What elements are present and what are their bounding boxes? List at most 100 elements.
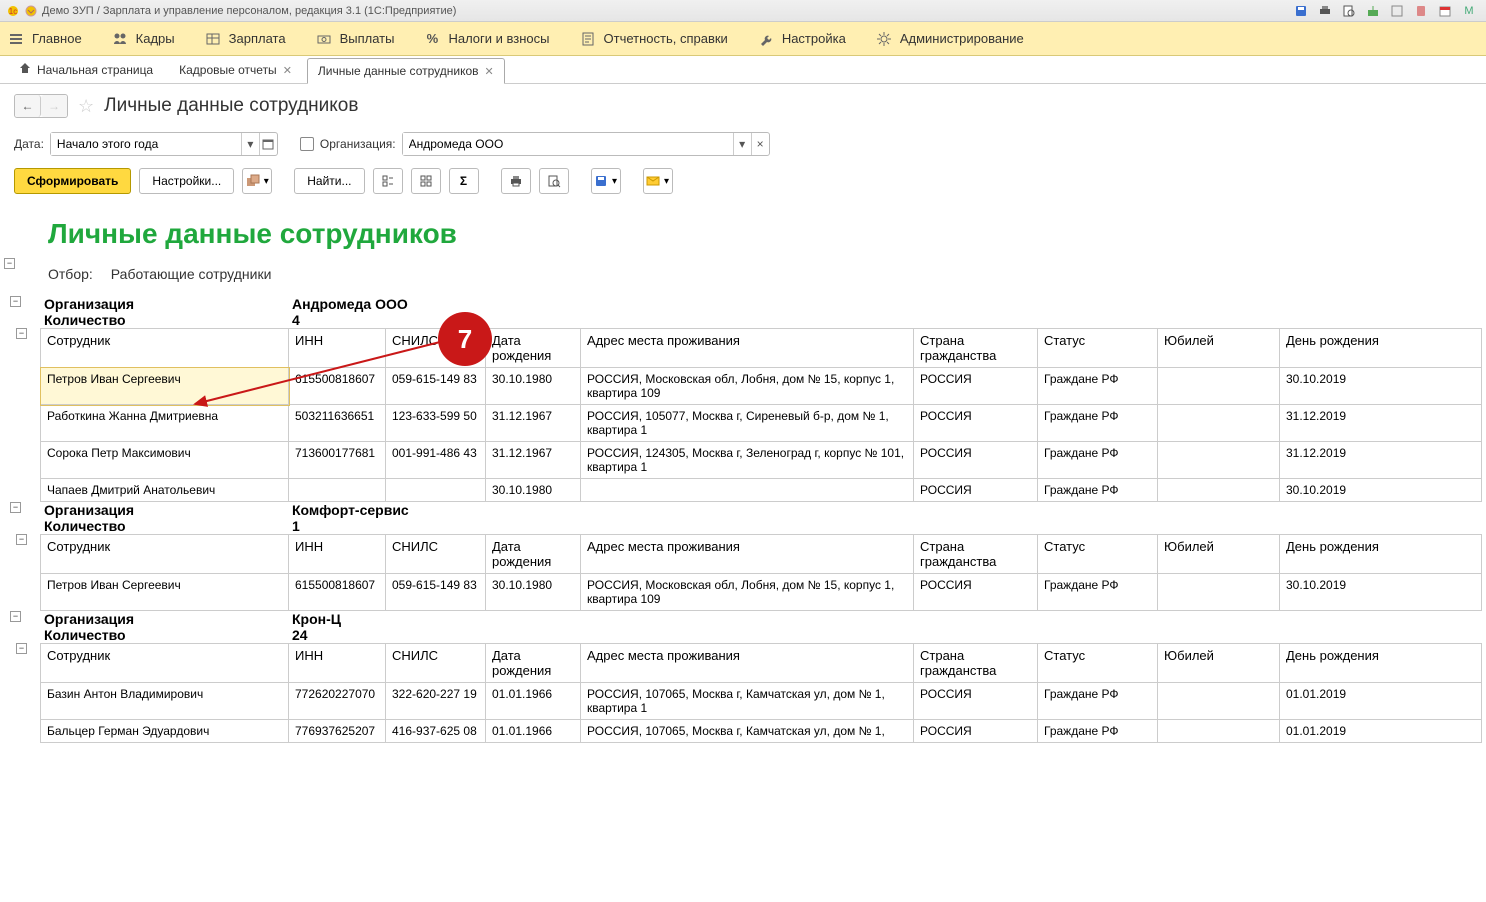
app-logo-icon: 1c	[6, 4, 20, 18]
menu-staff[interactable]: Кадры	[112, 31, 175, 47]
close-icon[interactable]: ✕	[283, 64, 292, 77]
annotation-arrow	[190, 334, 450, 414]
column-header: Юбилей	[1158, 644, 1280, 683]
table-row[interactable]: Петров Иван Сергеевич 615500818607 059-6…	[41, 574, 1482, 611]
tree-collapse-icon[interactable]: −	[16, 643, 27, 654]
burger-icon	[8, 31, 24, 47]
tree-collapse-icon[interactable]: −	[10, 611, 21, 622]
data-table: Сотрудник ИНН СНИЛС Дата рождения Адрес …	[40, 643, 1482, 743]
menu-settings[interactable]: Настройка	[758, 31, 846, 47]
column-header: Страна гражданства	[914, 644, 1038, 683]
preview-icon[interactable]	[1342, 4, 1356, 18]
column-header: Дата рождения	[486, 644, 581, 683]
close-icon[interactable]: ✕	[485, 65, 494, 78]
table-row[interactable]: Сорока Петр Максимович 713600177681 001-…	[41, 442, 1482, 479]
tool-icon-1[interactable]	[1366, 4, 1380, 18]
menu-salary[interactable]: Зарплата	[205, 31, 286, 47]
column-header: ИНН	[289, 535, 386, 574]
gear-icon	[876, 31, 892, 47]
group-org-row: ОрганизацияАндромеда ООО	[44, 296, 1482, 312]
expand-button[interactable]	[373, 168, 403, 194]
column-header: День рождения	[1280, 329, 1482, 368]
org-checkbox[interactable]	[300, 137, 314, 151]
dropdown-icon[interactable]	[24, 4, 38, 18]
column-header: Адрес места проживания	[581, 535, 914, 574]
tree-collapse-icon[interactable]: −	[16, 328, 27, 339]
column-header: Страна гражданства	[914, 535, 1038, 574]
tree-collapse-icon[interactable]: −	[10, 502, 21, 513]
tab-hr-reports[interactable]: Кадровые отчеты ✕	[168, 57, 303, 83]
column-header: Сотрудник	[41, 644, 289, 683]
tab-home[interactable]: Начальная страница	[8, 56, 164, 83]
group-count-row: Количество1	[44, 518, 1482, 534]
group-count-row: Количество24	[44, 627, 1482, 643]
save-icon[interactable]	[1294, 4, 1308, 18]
window-title: Демо ЗУП / Зарплата и управление персона…	[42, 5, 456, 17]
clear-icon[interactable]: ×	[751, 133, 769, 155]
column-header: Статус	[1038, 644, 1158, 683]
menu-taxes[interactable]: % Налоги и взносы	[424, 31, 549, 47]
tool-icon-2[interactable]	[1390, 4, 1404, 18]
date-label: Дата:	[14, 137, 44, 151]
menu-admin[interactable]: Администрирование	[876, 31, 1024, 47]
main-menu: Главное Кадры Зарплата Выплаты % Налоги …	[0, 22, 1486, 56]
column-header: День рождения	[1280, 535, 1482, 574]
home-icon	[19, 62, 31, 77]
column-header: СНИЛС	[386, 535, 486, 574]
date-combo[interactable]: ▾	[50, 132, 278, 156]
table-row[interactable]: Базин Антон Владимирович 772620227070 32…	[41, 683, 1482, 720]
tree-collapse-icon[interactable]: −	[10, 296, 21, 307]
calendar-icon[interactable]	[1438, 4, 1452, 18]
nav-tabs: Начальная страница Кадровые отчеты ✕ Лич…	[0, 56, 1486, 84]
send-button[interactable]: ▾	[643, 168, 673, 194]
report-content: 7 − Личные данные сотрудников Отбор:Рабо…	[0, 204, 1486, 902]
chevron-down-icon[interactable]: ▾	[241, 133, 259, 155]
org-combo[interactable]: ▾ ×	[402, 132, 770, 156]
settings-button[interactable]: Настройки...	[139, 168, 234, 194]
m-icon[interactable]: M	[1462, 4, 1476, 18]
org-input[interactable]	[403, 133, 733, 155]
annotation-badge: 7	[438, 312, 492, 366]
variants-button[interactable]: ▾	[242, 168, 272, 194]
date-input[interactable]	[51, 133, 241, 155]
chevron-down-icon[interactable]: ▾	[733, 133, 751, 155]
sum-button[interactable]: Σ	[449, 168, 479, 194]
filter-panel: Дата: ▾ Организация: ▾ ×	[0, 128, 1486, 166]
table-row[interactable]: Бальцер Герман Эдуардович 776937625207 4…	[41, 720, 1482, 743]
find-button[interactable]: Найти...	[294, 168, 364, 194]
svg-text:1c: 1c	[9, 7, 17, 16]
preview-button[interactable]	[539, 168, 569, 194]
print-icon[interactable]	[1318, 4, 1332, 18]
column-header: Статус	[1038, 535, 1158, 574]
table-icon	[205, 31, 221, 47]
calendar-picker-icon[interactable]	[259, 133, 277, 155]
people-icon	[112, 31, 128, 47]
report-title: Личные данные сотрудников	[48, 214, 1482, 266]
back-button[interactable]: ←	[15, 95, 41, 117]
money-icon	[316, 31, 332, 47]
table-row[interactable]: Чапаев Дмитрий Анатольевич 30.10.1980 РО…	[41, 479, 1482, 502]
column-header: Юбилей	[1158, 329, 1280, 368]
column-header: Адрес места проживания	[581, 644, 914, 683]
form-button[interactable]: Сформировать	[14, 168, 131, 194]
print-button[interactable]	[501, 168, 531, 194]
star-icon[interactable]: ☆	[78, 96, 94, 117]
save-button[interactable]: ▾	[591, 168, 621, 194]
group-org-row: ОрганизацияКомфорт-сервис	[44, 502, 1482, 518]
menu-reports[interactable]: Отчетность, справки	[580, 31, 728, 47]
menu-burger[interactable]: Главное	[8, 31, 82, 47]
column-header: Юбилей	[1158, 535, 1280, 574]
column-header: Сотрудник	[41, 535, 289, 574]
calculator-icon[interactable]	[1414, 4, 1428, 18]
column-header: Адрес места проживания	[581, 329, 914, 368]
collapse-button[interactable]	[411, 168, 441, 194]
org-label: Организация:	[320, 137, 396, 151]
tree-collapse-icon[interactable]: −	[16, 534, 27, 545]
forward-button[interactable]: →	[41, 95, 67, 117]
data-table: Сотрудник ИНН СНИЛС Дата рождения Адрес …	[40, 534, 1482, 611]
column-header: День рождения	[1280, 644, 1482, 683]
column-header: Статус	[1038, 329, 1158, 368]
tab-personal-data[interactable]: Личные данные сотрудников ✕	[307, 58, 505, 84]
menu-payments[interactable]: Выплаты	[316, 31, 395, 47]
tree-collapse-icon[interactable]: −	[4, 258, 15, 269]
